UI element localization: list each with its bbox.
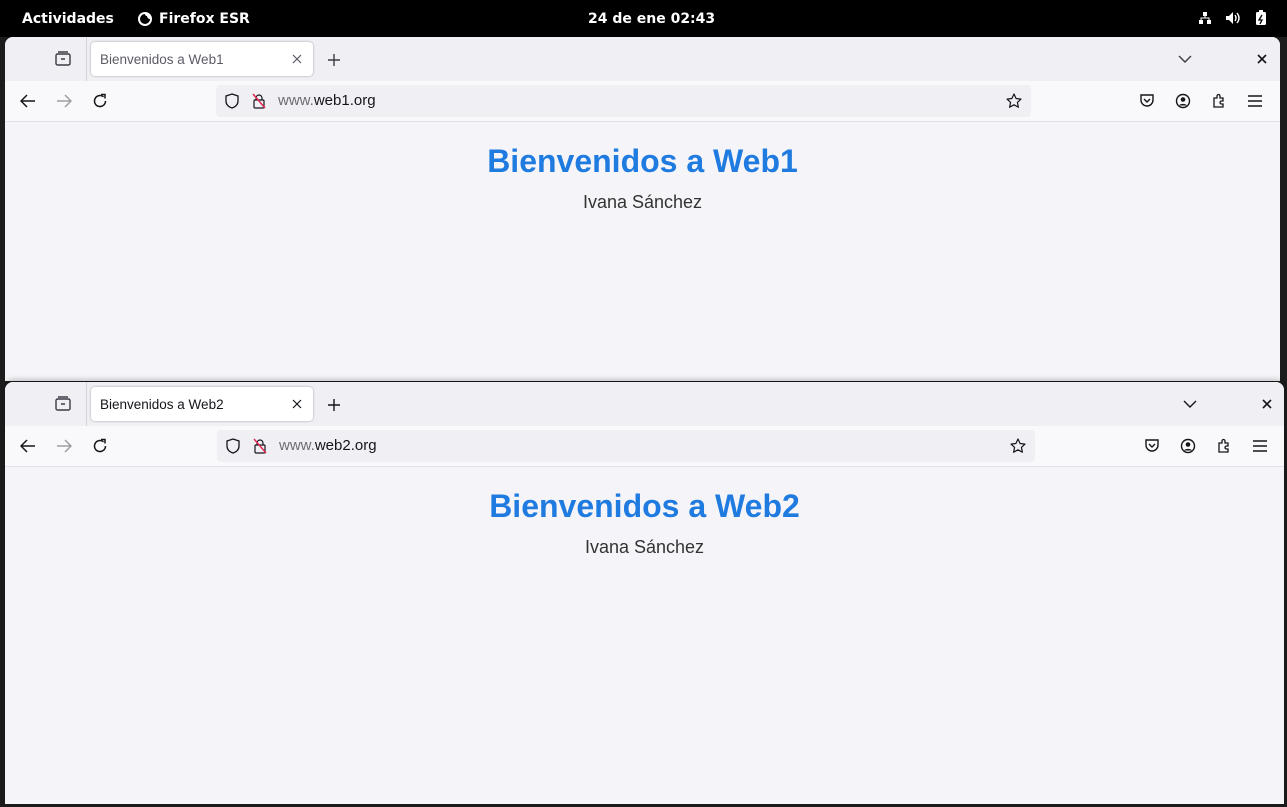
reload-button[interactable]	[90, 436, 110, 456]
tab-separator	[86, 37, 87, 81]
url-text: www.web1.org	[278, 92, 376, 109]
tab-title: Bienvenidos a Web2	[100, 396, 224, 412]
page-content: Bienvenidos a Web1 Ivana Sánchez	[5, 122, 1280, 381]
page-heading: Bienvenidos a Web1	[487, 143, 798, 179]
shield-icon[interactable]	[225, 438, 241, 454]
address-bar[interactable]: www.web2.org	[217, 430, 1035, 462]
page-content: Bienvenidos a Web2 Ivana Sánchez	[5, 467, 1284, 804]
close-tab-icon[interactable]	[285, 392, 309, 416]
url-prefix: www.	[278, 92, 314, 109]
reload-button[interactable]	[90, 91, 110, 111]
forward-button[interactable]	[54, 436, 74, 456]
author-name: Ivana Sánchez	[582, 192, 703, 212]
tab-web2[interactable]: Bienvenidos a Web2	[91, 387, 313, 421]
browser-window-web2: Bienvenidos a Web2 www.web2.org Bienveni…	[5, 382, 1284, 804]
url-prefix: www.	[279, 437, 315, 454]
tab-separator	[86, 382, 87, 426]
app-menu[interactable]: Firefox ESR	[137, 11, 250, 27]
tab-bar: Bienvenidos a Web1	[5, 37, 1280, 81]
system-top-bar: Actividades Firefox ESR 24 de ene 02:43	[0, 0, 1287, 37]
insecure-lock-icon[interactable]	[252, 438, 268, 454]
back-button[interactable]	[18, 436, 38, 456]
url-text: www.web2.org	[279, 437, 377, 454]
clock[interactable]: 24 de ene 02:43	[588, 11, 715, 27]
battery-icon	[1253, 10, 1269, 26]
pocket-button[interactable]	[1142, 436, 1162, 456]
list-all-tabs-button[interactable]	[1180, 394, 1200, 414]
nav-bar: www.web2.org	[5, 426, 1284, 467]
bookmark-star-icon[interactable]	[1010, 438, 1026, 454]
shield-icon[interactable]	[224, 93, 240, 109]
close-window-button[interactable]	[1257, 394, 1277, 414]
tab-title: Bienvenidos a Web1	[100, 51, 224, 67]
browser-window-web1: Bienvenidos a Web1 www.web1.org Bienveni…	[5, 37, 1280, 381]
page-heading: Bienvenidos a Web2	[489, 488, 800, 524]
extensions-button[interactable]	[1209, 91, 1229, 111]
url-domain: web1.org	[313, 92, 376, 109]
back-button[interactable]	[18, 91, 38, 111]
firefox-view-button[interactable]	[53, 49, 73, 69]
bookmark-star-icon[interactable]	[1006, 93, 1022, 109]
activities-button[interactable]: Actividades	[22, 11, 114, 27]
extensions-button[interactable]	[1214, 436, 1234, 456]
pocket-button[interactable]	[1137, 91, 1157, 111]
account-button[interactable]	[1173, 91, 1193, 111]
app-name: Firefox ESR	[159, 11, 250, 27]
network-icon	[1197, 10, 1213, 26]
system-tray[interactable]	[1197, 10, 1269, 26]
menu-button[interactable]	[1250, 436, 1270, 456]
url-domain: web2.org	[314, 437, 377, 454]
nav-bar: www.web1.org	[5, 81, 1280, 122]
new-tab-button[interactable]	[323, 49, 345, 71]
list-all-tabs-button[interactable]	[1175, 49, 1195, 69]
volume-icon	[1225, 10, 1241, 26]
tab-bar: Bienvenidos a Web2	[5, 382, 1284, 426]
tab-web1[interactable]: Bienvenidos a Web1	[91, 42, 313, 76]
account-button[interactable]	[1178, 436, 1198, 456]
firefox-view-button[interactable]	[53, 394, 73, 414]
insecure-lock-icon[interactable]	[251, 93, 267, 109]
address-bar[interactable]: www.web1.org	[216, 85, 1031, 117]
author-name: Ivana Sánchez	[584, 537, 705, 557]
close-window-button[interactable]	[1252, 49, 1272, 69]
new-tab-button[interactable]	[323, 394, 345, 416]
close-tab-icon[interactable]	[285, 47, 309, 71]
firefox-icon	[137, 11, 153, 27]
forward-button[interactable]	[54, 91, 74, 111]
menu-button[interactable]	[1245, 91, 1265, 111]
